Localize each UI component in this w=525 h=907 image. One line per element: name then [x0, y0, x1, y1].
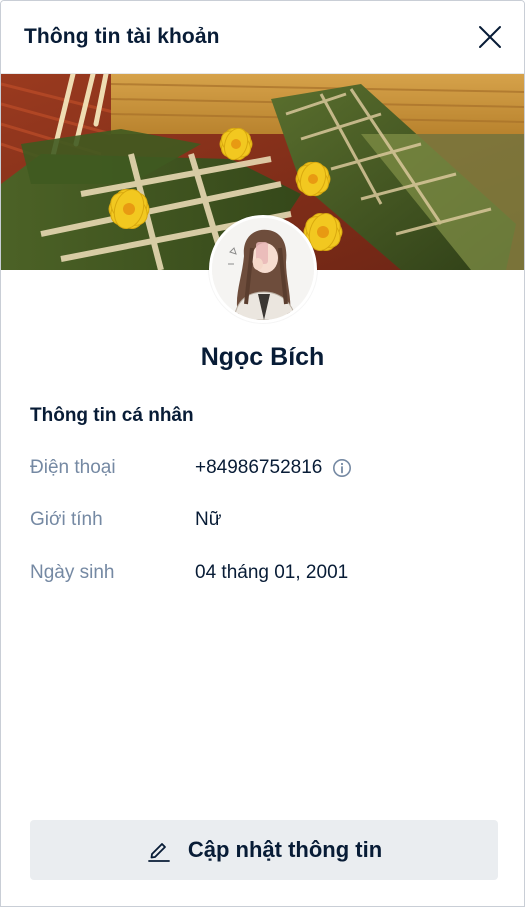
- phone-info-button[interactable]: [332, 458, 352, 478]
- display-name: Ngọc Bích: [200, 343, 325, 371]
- modal-title: Thông tin tài khoản: [24, 25, 220, 48]
- update-info-button[interactable]: Cập nhật thông tin: [30, 820, 498, 880]
- avatar[interactable]: [209, 215, 317, 323]
- birthday-value: 04 tháng 01, 2001: [195, 562, 349, 583]
- avatar-image: [212, 218, 314, 320]
- info-row-birthday: Ngày sinh 04 tháng 01, 2001: [30, 559, 348, 587]
- info-row-gender: Giới tính Nữ: [30, 506, 221, 534]
- phone-label: Điện thoại: [30, 457, 116, 478]
- account-info-modal: Thông tin tài khoản Ngọc Bích Thông tin …: [0, 0, 525, 907]
- info-row-phone: Điện thoại +84986752816: [30, 454, 352, 482]
- modal-header: Thông tin tài khoản: [1, 1, 524, 74]
- close-icon: [479, 26, 501, 48]
- update-info-label: Cập nhật thông tin: [187, 837, 383, 862]
- pencil-edit-icon: [147, 843, 170, 862]
- gender-label: Giới tính: [30, 509, 103, 530]
- personal-info-title: Thông tin cá nhân: [30, 405, 194, 426]
- gender-value: Nữ: [195, 509, 222, 530]
- phone-value: +84986752816: [195, 457, 323, 478]
- info-circle-icon: [333, 459, 352, 477]
- close-button[interactable]: [474, 21, 506, 53]
- birthday-label: Ngày sinh: [30, 562, 115, 583]
- phone-value-wrap: +84986752816: [195, 457, 352, 479]
